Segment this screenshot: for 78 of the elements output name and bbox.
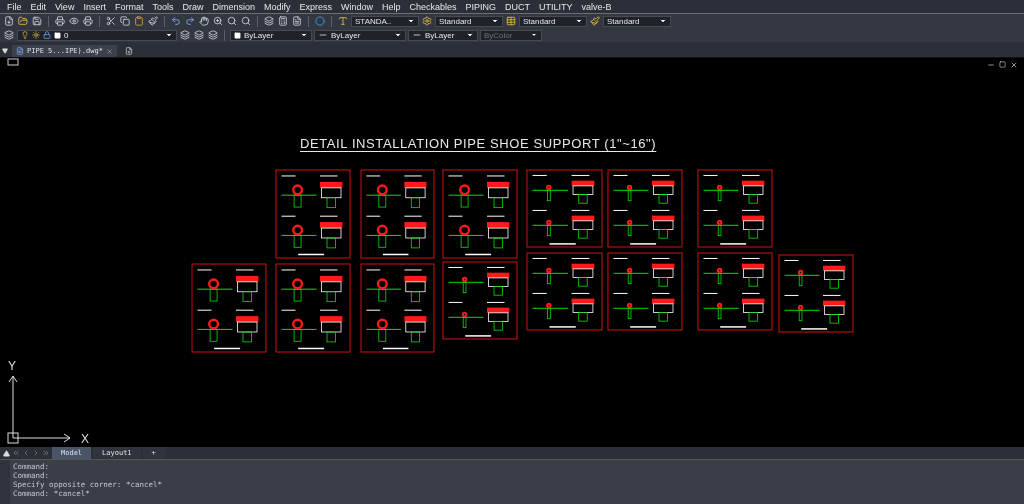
new-file-icon[interactable] [3, 15, 15, 27]
caret-icon [466, 31, 474, 39]
style-icon[interactable] [505, 15, 517, 27]
style-dropdown[interactable]: Standard [603, 15, 671, 27]
zoom-window-icon[interactable] [226, 15, 238, 27]
zoom-icon[interactable] [212, 15, 224, 27]
menu-item[interactable]: View [53, 1, 82, 12]
sun-icon [32, 31, 40, 39]
printer-icon[interactable] [54, 15, 66, 27]
axis-label: Y [8, 359, 16, 373]
layer-state-icon[interactable] [179, 29, 191, 41]
style-dropdown[interactable]: STANDA.. [351, 15, 419, 27]
copy-icon[interactable] [119, 15, 131, 27]
menu-item[interactable]: Dimension [210, 1, 262, 12]
linetype-dropdown[interactable]: ByLayer [314, 29, 406, 41]
menu-item[interactable]: PIPING [463, 1, 504, 12]
menu-item[interactable]: valve-B [579, 1, 619, 12]
caret-icon [491, 17, 499, 25]
previous-tab-icon[interactable] [22, 449, 30, 457]
menu-item[interactable]: DUCT [503, 1, 538, 12]
cut-icon[interactable] [105, 15, 117, 27]
expand-icon[interactable] [3, 449, 10, 457]
caret-icon [530, 31, 538, 39]
menu-item[interactable]: Window [339, 1, 381, 12]
save-icon[interactable] [31, 15, 43, 27]
preview-icon[interactable] [68, 15, 80, 27]
lineweight-dropdown[interactable]: ByLayer [408, 29, 478, 41]
command-grip[interactable] [0, 460, 10, 504]
menu-item[interactable]: Tools [150, 1, 181, 12]
menu-item[interactable]: UTILITY [537, 1, 580, 12]
caret-icon [165, 31, 173, 39]
menu-item[interactable]: Help [380, 1, 408, 12]
style-dropdown[interactable]: Standard [435, 15, 503, 27]
menu-item[interactable]: Modify [262, 1, 298, 12]
properties-icon[interactable] [263, 15, 275, 27]
redo-icon[interactable] [184, 15, 196, 27]
menu-item[interactable]: Insert [81, 1, 113, 12]
bulb-icon [21, 31, 29, 39]
menu-item[interactable]: Edit [28, 1, 54, 12]
sheet-icon[interactable] [291, 15, 303, 27]
style-icon[interactable] [589, 15, 601, 27]
ucs-axes-icon [7, 375, 71, 444]
drawing-file-icon [16, 47, 24, 55]
pan-icon[interactable] [198, 15, 210, 27]
layer-previous-icon[interactable] [193, 29, 205, 41]
last-tab-icon[interactable] [42, 449, 50, 457]
drawing-title: DETAIL INSTALLATION PIPE SHOE SUPPORT (1"~16") [300, 136, 657, 151]
brush-icon[interactable] [147, 15, 159, 27]
lock-icon [43, 31, 51, 39]
menu-item[interactable]: Checkables [407, 1, 464, 12]
close-icon[interactable] [1010, 61, 1018, 69]
style-dropdown[interactable]: Standard [519, 15, 587, 27]
color-swatch-icon [234, 31, 241, 39]
restore-icon[interactable] [999, 61, 1006, 68]
viewport-control-icon[interactable] [7, 58, 19, 66]
color-swatch-icon [54, 31, 61, 39]
zoom-previous-icon[interactable] [240, 15, 252, 27]
axis-label: X [81, 432, 89, 446]
paste-icon[interactable] [133, 15, 145, 27]
caret-icon [300, 31, 308, 39]
plot-icon[interactable] [82, 15, 94, 27]
undo-icon[interactable] [170, 15, 182, 27]
style-icon[interactable] [337, 15, 349, 27]
menu-item[interactable]: File [5, 1, 29, 12]
next-tab-icon[interactable] [32, 449, 40, 457]
menu-arrow-icon[interactable] [2, 48, 8, 54]
menu-item[interactable]: Format [112, 1, 151, 12]
style-icon[interactable] [421, 15, 433, 27]
folder-icon[interactable] [17, 15, 29, 27]
caret-icon [575, 17, 583, 25]
layer-icon[interactable] [207, 29, 219, 41]
calculator-icon[interactable] [277, 15, 289, 27]
menu-item[interactable]: Express [297, 1, 339, 12]
caret-icon [659, 17, 667, 25]
color-dropdown[interactable]: ByLayer [230, 29, 312, 41]
layer-manager-icon[interactable] [3, 29, 15, 41]
menu-item[interactable]: Draw [180, 1, 211, 12]
layer-dropdown[interactable]: 0 [17, 29, 177, 41]
